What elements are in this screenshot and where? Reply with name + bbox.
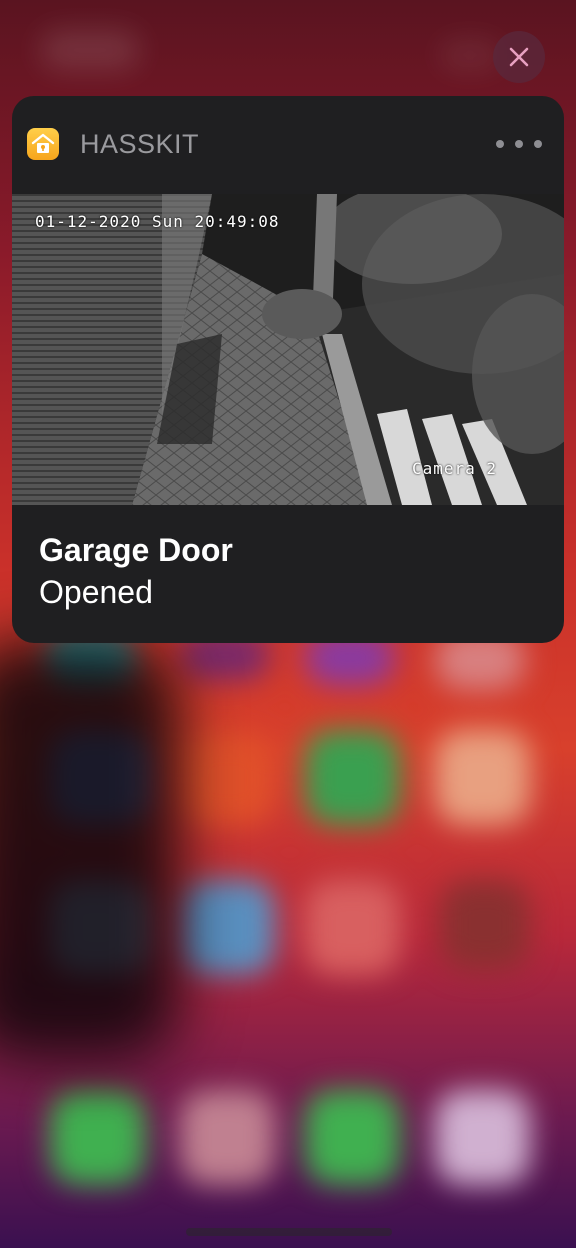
camera-label: Camera 2 [412, 459, 498, 478]
camera-timestamp: 01-12-2020 Sun 20:49:08 [35, 212, 280, 231]
notification-header: HASSKIT [12, 96, 564, 194]
close-icon [509, 47, 529, 67]
notification-card[interactable]: HASSKIT 01-12-2020 Sun 20:49:08 Camera 2… [12, 96, 564, 643]
notification-message: Opened [39, 574, 153, 610]
camera-snapshot[interactable]: 01-12-2020 Sun 20:49:08 Camera 2 [12, 194, 564, 505]
lock-screen: HASSKIT 01-12-2020 Sun 20:49:08 Camera 2… [0, 0, 576, 1248]
close-button[interactable] [493, 31, 545, 83]
more-icon [496, 140, 504, 148]
more-button[interactable] [496, 132, 542, 156]
app-name: HASSKIT [80, 129, 200, 159]
app-icon [27, 128, 59, 160]
notification-title: Garage Door [39, 532, 233, 568]
shadow-area [0, 640, 180, 1060]
home-icon [31, 133, 55, 153]
home-indicator[interactable] [186, 1228, 392, 1236]
